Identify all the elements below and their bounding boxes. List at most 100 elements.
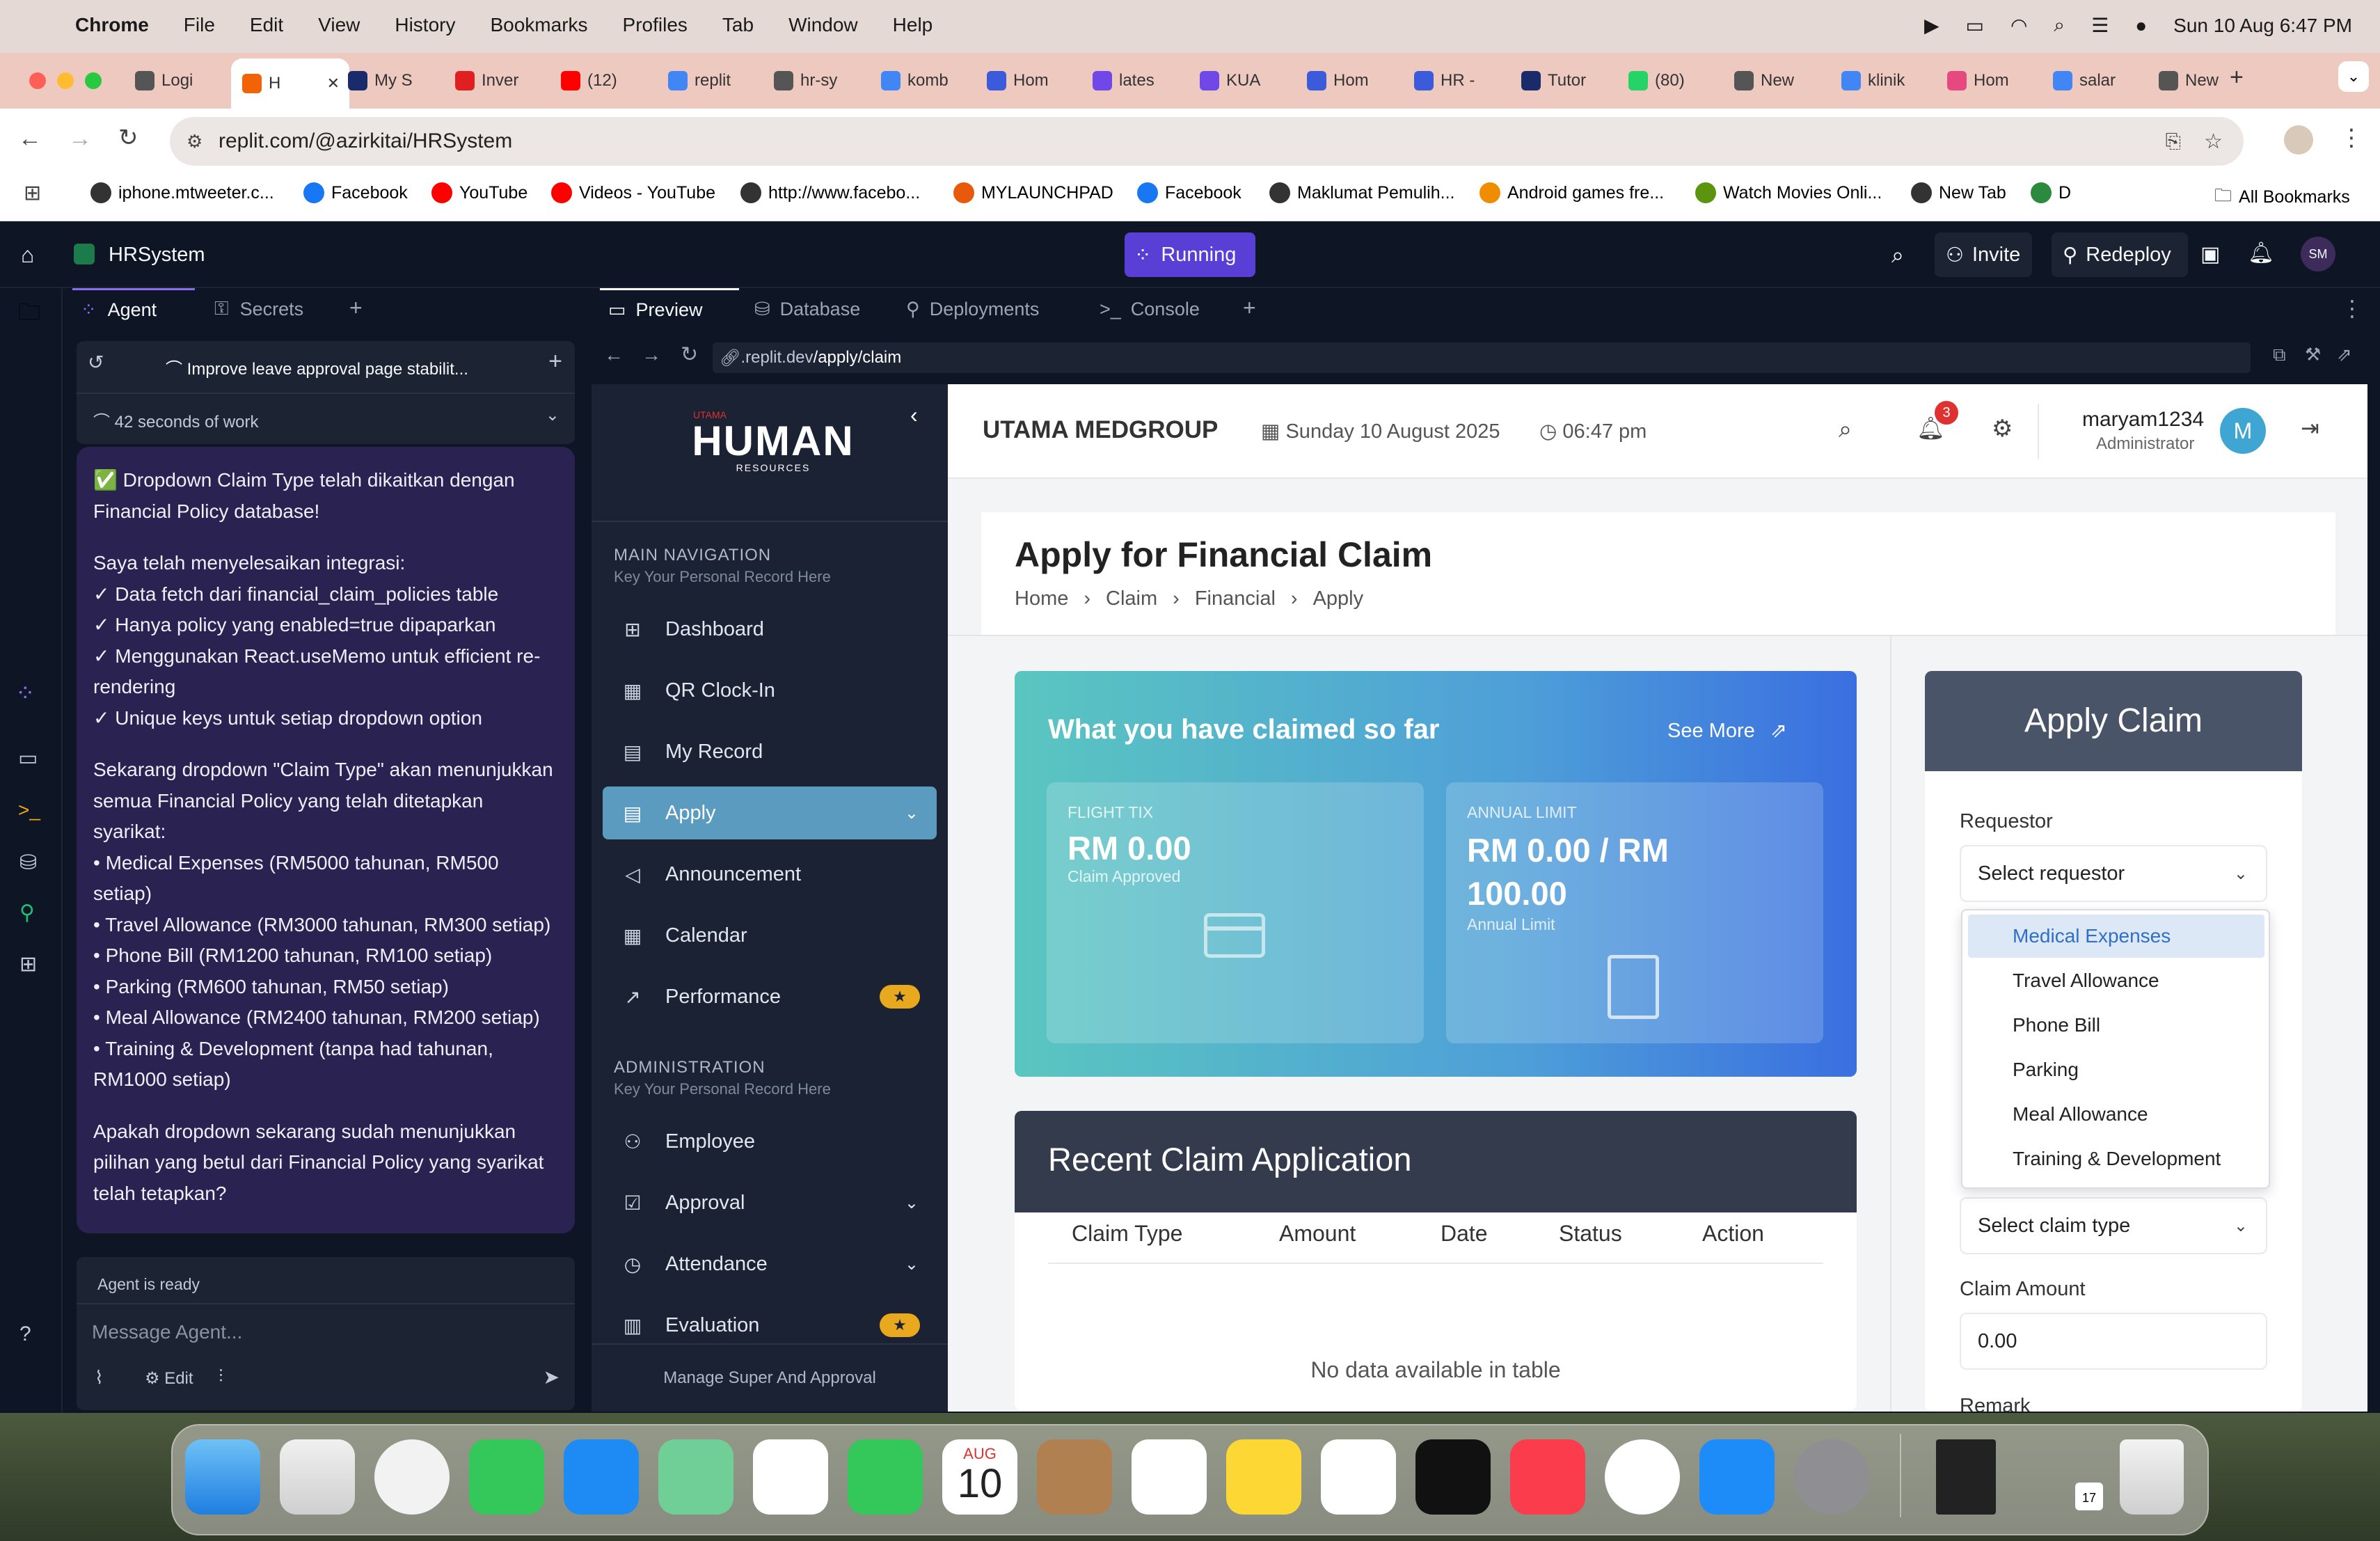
finder-icon[interactable] — [185, 1439, 260, 1515]
files-icon[interactable]: 🗀 — [18, 297, 40, 334]
forward-icon[interactable]: → — [642, 344, 661, 366]
facetime-icon[interactable] — [848, 1439, 923, 1515]
thread-title[interactable]: ⌒ Improve leave approval page stabilit..… — [166, 355, 468, 379]
gear-icon[interactable]: ⚙ — [1992, 415, 2013, 443]
url-bar[interactable]: ⚙ replit.com/@azirkitai/HRSystem ⎘ ☆ — [170, 117, 2244, 166]
menu-item[interactable]: Bookmarks — [490, 14, 587, 36]
new-thread-icon[interactable]: + — [548, 348, 562, 375]
tab-agent[interactable]: ⁘ Agent — [72, 288, 195, 330]
preview-icon[interactable]: ▭ — [18, 746, 38, 770]
tab-console[interactable]: >_ Console — [1091, 288, 1230, 330]
trash-icon[interactable] — [2120, 1439, 2184, 1515]
reload-icon[interactable]: ↻ — [118, 124, 138, 152]
minimize-window-button[interactable] — [57, 72, 74, 89]
browser-tab[interactable]: My S — [337, 58, 441, 103]
home-icon[interactable]: ⌂ — [21, 242, 34, 268]
menu-app-name[interactable]: Chrome — [75, 14, 149, 36]
control-center-icon[interactable]: ☰ — [2091, 14, 2109, 37]
apps-grid-icon[interactable]: ⊞ — [24, 181, 41, 205]
browser-tab[interactable]: Hom — [1936, 58, 2040, 103]
claim-amount-input[interactable]: 0.00 — [1960, 1313, 2267, 1370]
system-settings-icon[interactable] — [1794, 1439, 1869, 1515]
menu-item[interactable]: Profiles — [623, 14, 688, 36]
browser-tab[interactable]: (80) — [1617, 58, 1722, 103]
claim-option[interactable]: Travel Allowance — [1968, 959, 2264, 1002]
more-icon[interactable]: ⋮ — [2341, 295, 2363, 322]
bookmark-item[interactable]: MYLAUNCHPAD — [953, 182, 1113, 203]
battery-icon[interactable]: ▭ — [1966, 14, 1984, 37]
menu-item[interactable]: Edit — [250, 14, 283, 36]
wrench-icon[interactable]: ⚒ — [2305, 344, 2321, 365]
search-icon[interactable]: ⌕ — [1891, 242, 1904, 269]
database-icon[interactable]: ⛁ — [19, 851, 37, 875]
edit-button[interactable]: ⚙ Edit — [145, 1368, 193, 1389]
help-icon[interactable]: ? — [19, 1322, 31, 1346]
chrome-icon[interactable] — [1605, 1439, 1680, 1515]
deployments-icon[interactable]: ⚲ — [19, 901, 35, 925]
launchpad-icon[interactable] — [280, 1439, 355, 1515]
tab-preview[interactable]: ▭ Preview — [600, 288, 739, 330]
browser-tab[interactable]: Tutor — [1510, 58, 1615, 103]
maximize-window-button[interactable] — [85, 72, 102, 89]
nav-announcement[interactable]: ◁ Announcement — [603, 848, 937, 901]
siri-icon[interactable]: ● — [2135, 15, 2147, 37]
menu-item[interactable]: View — [318, 14, 360, 36]
user-avatar[interactable]: M — [2220, 408, 2266, 454]
col-status[interactable]: Status — [1559, 1221, 1622, 1247]
menu-item[interactable]: Window — [788, 14, 858, 36]
bookmark-item[interactable]: iphone.mtweeter.c... — [90, 182, 274, 203]
browser-tab[interactable]: New — [1723, 58, 1827, 103]
nav-apply[interactable]: ▤ Apply ⌄ — [603, 787, 937, 839]
sidebar-footer[interactable]: Manage Super And Approval — [592, 1343, 948, 1412]
back-icon[interactable]: ← — [18, 125, 42, 152]
bookmark-item[interactable]: Android games fre... — [1479, 182, 1664, 203]
freeform-icon[interactable] — [1321, 1439, 1396, 1515]
send-icon[interactable]: ➤ — [544, 1366, 560, 1389]
invite-button[interactable]: ⚇ Invite — [1935, 232, 2032, 277]
project-name[interactable]: HRSystem — [109, 244, 205, 267]
reminders-icon[interactable] — [1132, 1439, 1207, 1515]
mail-icon[interactable] — [564, 1439, 639, 1515]
col-date[interactable]: Date — [1441, 1221, 1488, 1247]
bell-icon[interactable]: 🔔︎ — [2248, 241, 2274, 265]
wifi-icon[interactable]: ◠ — [2010, 14, 2027, 37]
bookmark-star-icon[interactable]: ☆ — [2204, 129, 2223, 154]
browser-tab[interactable]: lates — [1081, 58, 1186, 103]
play-icon[interactable]: ▶ — [1924, 14, 1939, 37]
nav-attendance[interactable]: ◷ Attendance ⌄ — [603, 1238, 937, 1290]
browser-tab[interactable]: Hom — [976, 58, 1080, 103]
reload-icon[interactable]: ↻ — [681, 342, 698, 367]
col-amount[interactable]: Amount — [1279, 1221, 1356, 1247]
tab-database[interactable]: ⛁ Database — [746, 288, 899, 330]
col-claim-type[interactable]: Claim Type — [1072, 1221, 1182, 1247]
recent-document-icon[interactable] — [1936, 1439, 1996, 1515]
bookmark-item[interactable]: New Tab — [1911, 182, 2006, 203]
agent-icon[interactable]: ⁘ — [15, 679, 35, 707]
contacts-icon[interactable] — [1037, 1439, 1112, 1515]
browser-tab[interactable]: Inver — [444, 58, 548, 103]
claim-option[interactable]: Phone Bill — [1968, 1004, 2264, 1047]
browser-tab[interactable]: KUA — [1189, 58, 1293, 103]
browser-tab[interactable]: komb — [870, 58, 974, 103]
user-avatar[interactable]: SM — [2301, 237, 2335, 271]
preview-url-bar[interactable]: 🔗︎ .replit.dev/apply/claim — [713, 342, 2251, 373]
redeploy-button[interactable]: ⚲ Redeploy — [2052, 232, 2188, 277]
running-button[interactable]: ⁘ Running — [1125, 232, 1255, 277]
window-icon[interactable]: ▣ — [2200, 242, 2220, 267]
add-tab-icon[interactable]: + — [1243, 295, 1256, 321]
user-name[interactable]: maryam1234 — [2082, 408, 2204, 432]
browser-tab[interactable]: klinik — [1830, 58, 1935, 103]
bookmark-item[interactable]: D — [2031, 182, 2071, 203]
nav-approval[interactable]: ☑ Approval ⌄ — [603, 1176, 937, 1229]
search-icon[interactable]: ⌕ — [2054, 14, 2065, 37]
console-icon[interactable]: >_ — [18, 799, 40, 821]
requestor-select[interactable]: Select requestor ⌄ — [1960, 845, 2267, 902]
attach-icon[interactable]: ⌇ — [95, 1367, 104, 1389]
photos-icon[interactable] — [753, 1439, 828, 1515]
tab-deployments[interactable]: ⚲ Deployments — [898, 288, 1086, 330]
nav-performance[interactable]: ↗ Performance ★ — [603, 970, 937, 1023]
browser-tab[interactable]: (12) — [550, 58, 654, 103]
nav-my-record[interactable]: ▤ My Record — [603, 725, 937, 778]
app-store-icon[interactable] — [1699, 1439, 1775, 1515]
nav-employee[interactable]: ⚇ Employee — [603, 1115, 937, 1168]
